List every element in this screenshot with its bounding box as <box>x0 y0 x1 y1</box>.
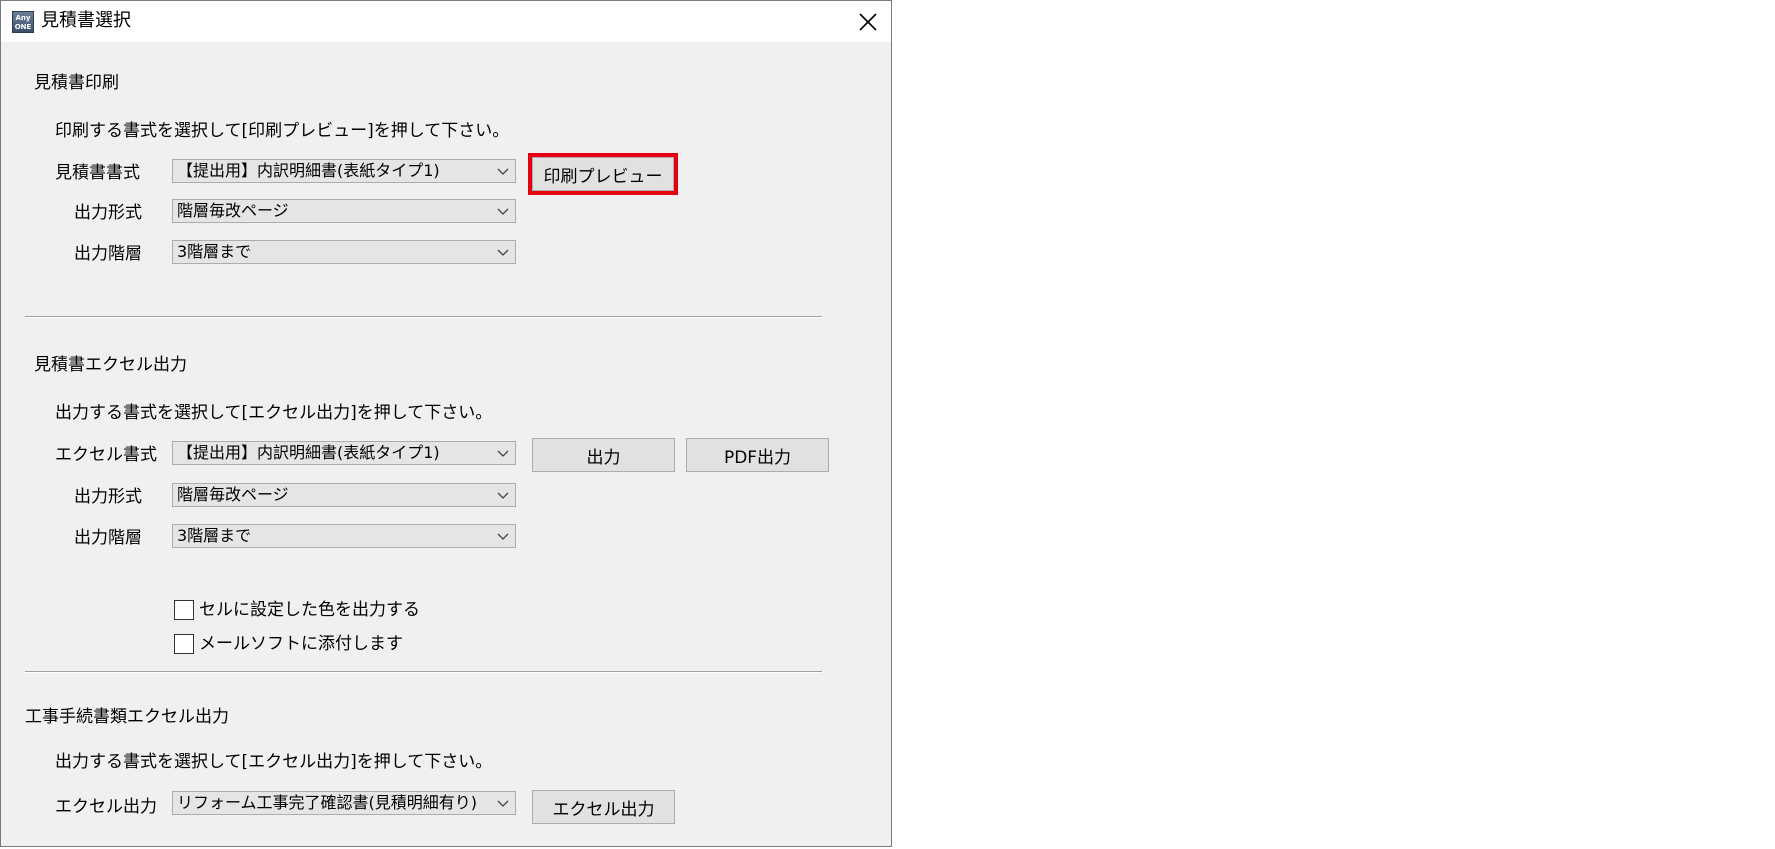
excel-format-value: 【提出用】内訳明細書(表紙タイプ1) <box>177 443 440 462</box>
excel-format-select[interactable]: 【提出用】内訳明細書(表紙タイプ1) <box>172 441 516 465</box>
section-divider <box>25 316 822 318</box>
excel-output-button[interactable]: 出力 <box>532 438 675 472</box>
excel-output-level-label: 出力階層 <box>74 528 142 548</box>
checkbox-output-cell-color[interactable] <box>174 600 194 620</box>
print-instruction: 印刷する書式を選択して[印刷プレビュー]を押して下さい。 <box>55 121 510 141</box>
excel-instruction: 出力する書式を選択して[エクセル出力]を押して下さい。 <box>55 403 493 423</box>
excel-output-type-label: 出力形式 <box>74 487 142 507</box>
dialog-window: Any ONE 見積書選択 見積書印刷 印刷する書式を選択して[印刷プレビュー]… <box>0 0 892 847</box>
checkbox-attach-mail[interactable] <box>174 634 194 654</box>
chevron-down-icon <box>497 533 509 540</box>
title-bar: Any ONE 見積書選択 <box>1 1 891 42</box>
chevron-down-icon <box>497 249 509 256</box>
print-output-level-label: 出力階層 <box>74 244 142 264</box>
chevron-down-icon <box>497 168 509 175</box>
print-output-level-value: 3階層まで <box>177 242 252 261</box>
chevron-down-icon <box>497 208 509 215</box>
checkbox-output-cell-color-label: セルに設定した色を出力する <box>199 600 420 620</box>
chevron-down-icon <box>497 800 509 807</box>
construction-section-title: 工事手続書類エクセル出力 <box>25 707 229 727</box>
pdf-output-button[interactable]: PDF出力 <box>686 438 829 472</box>
excel-output-level-value: 3階層まで <box>177 526 252 545</box>
excel-output-type-value: 階層毎改ページ <box>177 485 289 504</box>
construction-instruction: 出力する書式を選択して[エクセル出力]を押して下さい。 <box>55 752 493 772</box>
excel-output-type-select[interactable]: 階層毎改ページ <box>172 483 516 507</box>
print-preview-button[interactable]: 印刷プレビュー <box>532 157 674 191</box>
print-output-type-select[interactable]: 階層毎改ページ <box>172 199 516 223</box>
excel-format-label: エクセル書式 <box>55 445 157 465</box>
window-title: 見積書選択 <box>41 10 131 31</box>
excel-section-title: 見積書エクセル出力 <box>34 355 187 375</box>
chevron-down-icon <box>497 450 509 457</box>
print-format-select[interactable]: 【提出用】内訳明細書(表紙タイプ1) <box>172 159 516 183</box>
close-button[interactable] <box>845 1 891 42</box>
checkbox-attach-mail-label: メールソフトに添付します <box>199 634 403 654</box>
construction-excel-label: エクセル出力 <box>55 797 157 817</box>
construction-excel-value: リフォーム工事完了確認書(見積明細有り) <box>177 793 478 812</box>
construction-excel-select[interactable]: リフォーム工事完了確認書(見積明細有り) <box>172 791 516 815</box>
print-output-level-select[interactable]: 3階層まで <box>172 240 516 264</box>
print-output-type-label: 出力形式 <box>74 203 142 223</box>
chevron-down-icon <box>497 492 509 499</box>
section-divider <box>25 671 822 673</box>
app-logo-icon: Any ONE <box>12 11 34 33</box>
print-format-label: 見積書書式 <box>55 163 140 183</box>
close-icon <box>859 12 877 31</box>
excel-output-level-select[interactable]: 3階層まで <box>172 524 516 548</box>
print-output-type-value: 階層毎改ページ <box>177 201 289 220</box>
construction-excel-output-button[interactable]: エクセル出力 <box>532 790 675 824</box>
print-format-value: 【提出用】内訳明細書(表紙タイプ1) <box>177 161 440 180</box>
print-section-title: 見積書印刷 <box>34 73 119 93</box>
